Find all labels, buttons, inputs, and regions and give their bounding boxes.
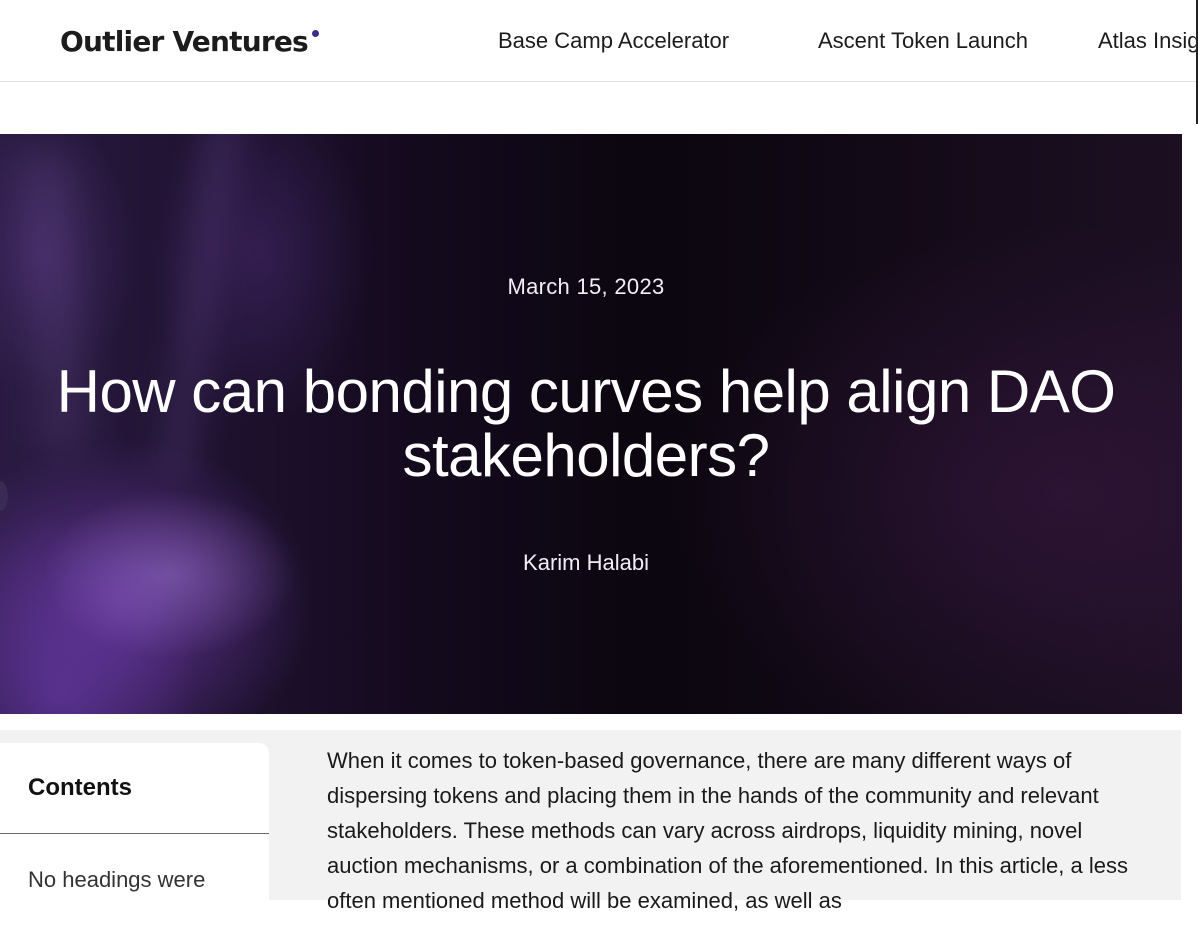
nav-atlas-insights[interactable]: Atlas Insig: [1098, 26, 1198, 56]
nav-base-camp-accelerator[interactable]: Base Camp Accelerator: [498, 26, 729, 56]
toc-divider: [0, 833, 269, 834]
article-date: March 15, 2023: [507, 274, 665, 299]
logo-text: Outlier Ventures: [60, 25, 309, 58]
article-title: How can bonding curves help align DAO st…: [56, 358, 1116, 489]
toc-title: Contents: [28, 774, 132, 801]
nav-ascent-token-launch[interactable]: Ascent Token Launch: [818, 26, 1028, 56]
article-author[interactable]: Karim Halabi: [0, 548, 1172, 578]
article-intro-paragraph: When it comes to token-based governance,…: [327, 748, 1128, 913]
site-header: Outlier Ventures Base Camp Accelerator A…: [0, 0, 1198, 82]
logo[interactable]: Outlier Ventures: [60, 22, 319, 62]
article-hero: March 15, 2023 How can bonding curves he…: [0, 134, 1182, 714]
hero-background-shape: [0, 481, 8, 511]
toc-empty-message: No headings were: [28, 867, 206, 892]
table-of-contents: Contents No headings were: [0, 743, 269, 943]
logo-dot-icon: [311, 30, 319, 37]
